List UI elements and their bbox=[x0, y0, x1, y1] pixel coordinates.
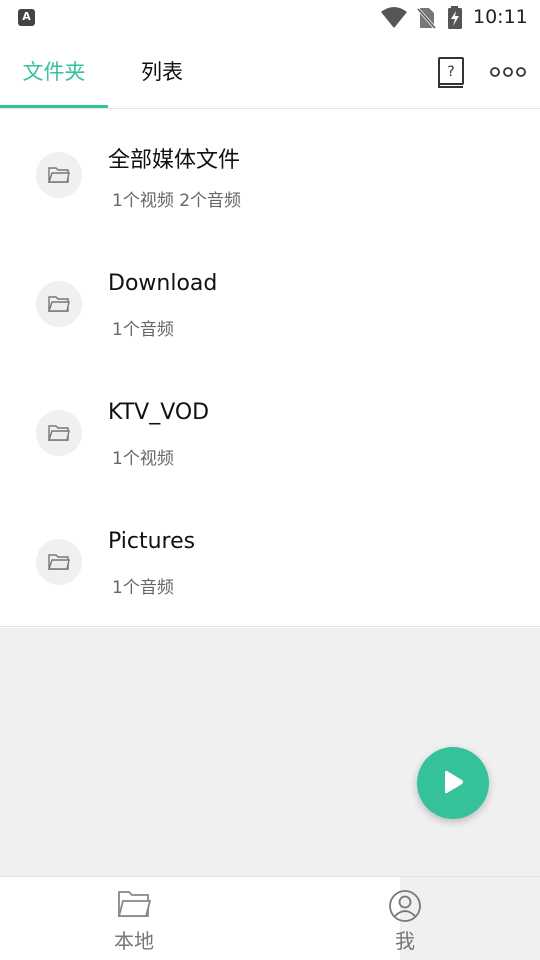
folder-list: 全部媒体文件 1个视频 2个音频 Download 1个音频 KTV_VOD 1… bbox=[0, 110, 540, 627]
folder-media-count: 1个视频 2个音频 bbox=[112, 191, 242, 211]
tab-folders[interactable]: 文件夹 bbox=[0, 36, 108, 108]
folder-media-count: 1个视频 bbox=[112, 449, 174, 469]
status-bar: A 10:11 bbox=[0, 0, 540, 36]
nav-label-local: 本地 bbox=[114, 929, 154, 953]
folder-item[interactable]: 全部媒体文件 1个视频 2个音频 bbox=[0, 110, 540, 239]
svg-text:?: ? bbox=[447, 64, 454, 80]
folder-name: Pictures bbox=[108, 529, 196, 554]
nav-item-local[interactable]: 本地 bbox=[64, 877, 204, 960]
tab-list[interactable]: 列表 bbox=[108, 36, 216, 108]
folder-name: KTV_VOD bbox=[108, 400, 210, 425]
folder-name: 全部媒体文件 bbox=[108, 148, 241, 173]
folder-icon bbox=[36, 152, 82, 198]
battery-charging-icon bbox=[448, 6, 462, 29]
folder-media-count: 1个音频 bbox=[112, 320, 174, 340]
folder-icon bbox=[117, 891, 151, 917]
notification-a-icon: A bbox=[18, 9, 35, 26]
play-icon bbox=[445, 770, 463, 794]
more-dots-icon[interactable] bbox=[488, 62, 528, 82]
folder-icon bbox=[36, 539, 82, 585]
folder-media-count: 1个音频 bbox=[112, 578, 174, 598]
folder-name: Download bbox=[108, 271, 218, 296]
no-sim-icon bbox=[416, 7, 436, 30]
play-button[interactable] bbox=[417, 747, 489, 819]
folder-item[interactable]: Pictures 1个音频 bbox=[0, 497, 540, 626]
folder-item[interactable]: KTV_VOD 1个视频 bbox=[0, 368, 540, 497]
top-bar: 文件夹 列表 ? bbox=[0, 36, 540, 109]
nav-item-me[interactable]: 我 bbox=[335, 877, 475, 960]
help-book-icon[interactable]: ? bbox=[436, 56, 466, 90]
bottom-nav: 本地 我 bbox=[0, 876, 540, 960]
folder-item[interactable]: Download 1个音频 bbox=[0, 239, 540, 368]
folder-icon bbox=[36, 281, 82, 327]
folder-icon bbox=[36, 410, 82, 456]
user-icon bbox=[389, 890, 421, 922]
wifi-icon bbox=[381, 7, 407, 28]
tab-selected-indicator bbox=[0, 105, 108, 108]
nav-label-me: 我 bbox=[395, 929, 415, 953]
clock-time: 10:11 bbox=[473, 6, 528, 28]
